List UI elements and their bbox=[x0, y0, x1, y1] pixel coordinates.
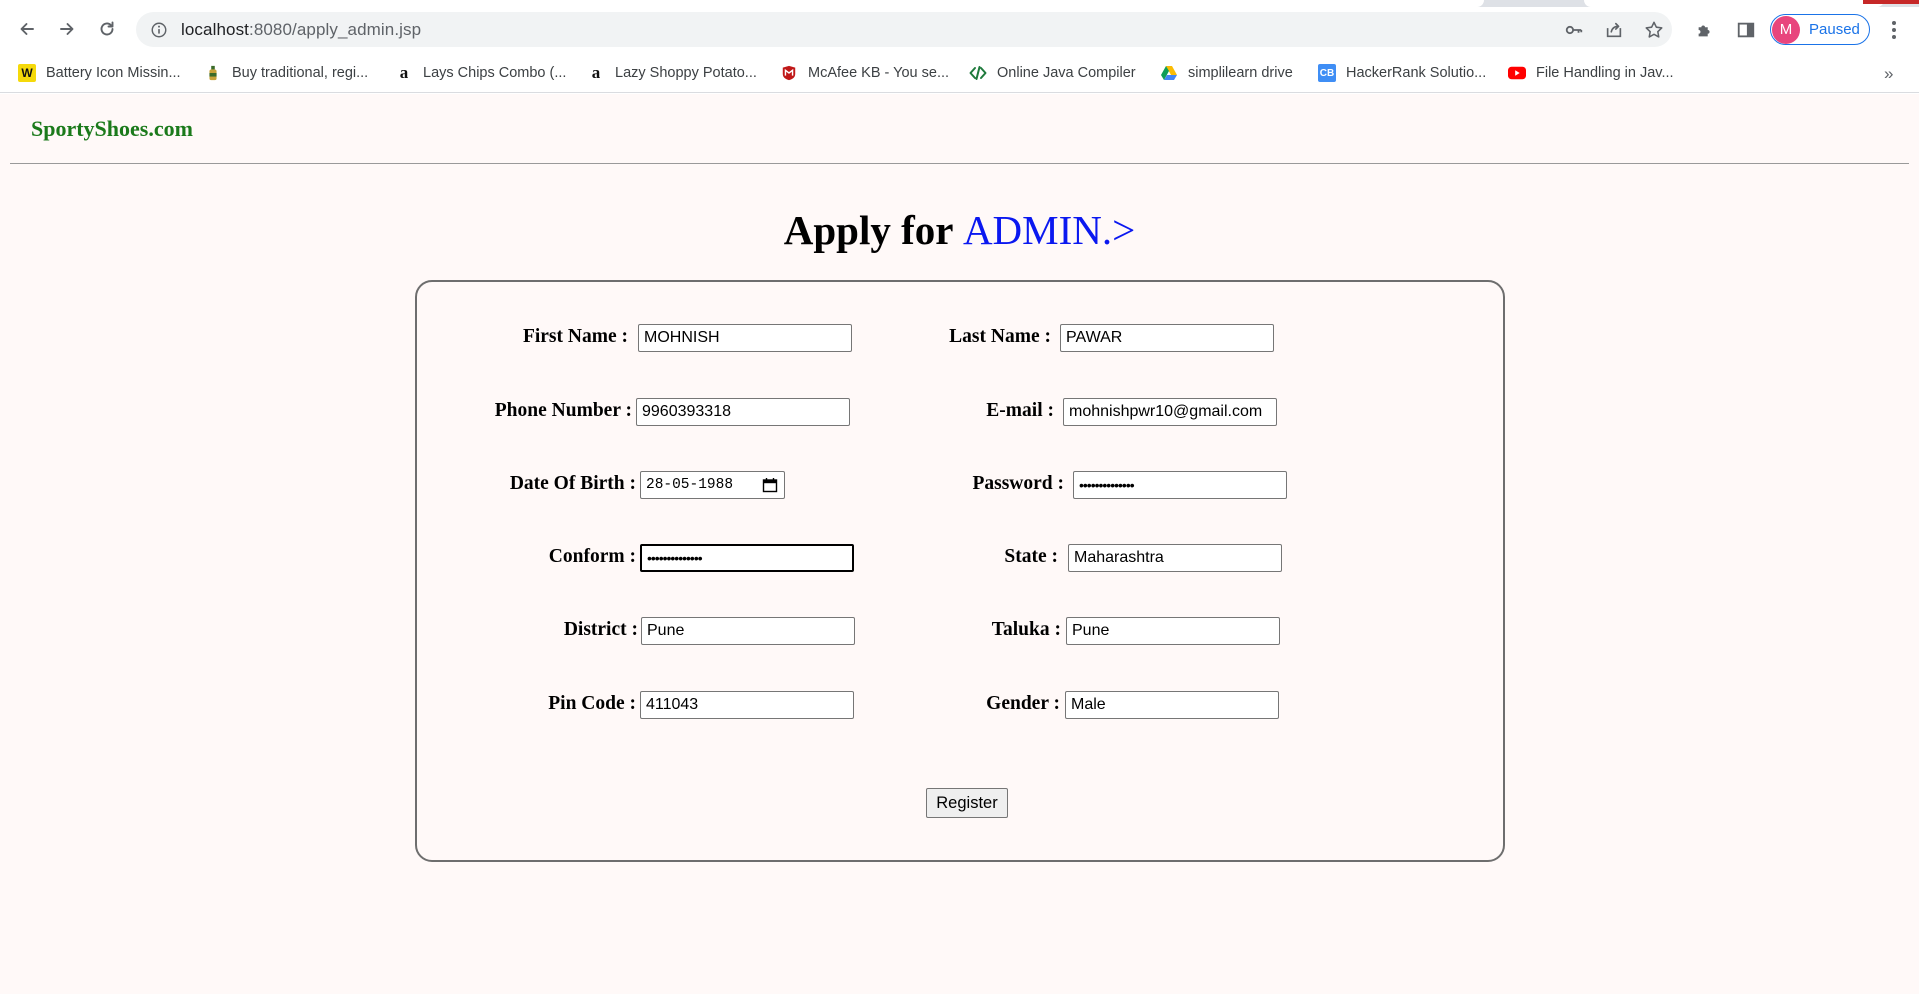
district-field[interactable]: Pune bbox=[641, 617, 855, 645]
gender-label: Gender : bbox=[986, 693, 1060, 714]
tab-strip bbox=[0, 0, 1919, 7]
bookmark-label: Lays Chips Combo (... bbox=[423, 65, 567, 81]
inactive-tab[interactable] bbox=[1584, 0, 1884, 7]
avatar: M bbox=[1772, 15, 1800, 44]
bookmark-item[interactable]: W Battery Icon Missin... bbox=[18, 60, 181, 86]
date-of-birth-field[interactable]: 28-05-1988 bbox=[640, 471, 785, 499]
confirm-password-label: Conform : bbox=[548, 546, 636, 567]
bookmark-item[interactable]: CB HackerRank Solutio... bbox=[1318, 60, 1486, 86]
bookmark-star-icon[interactable] bbox=[1643, 19, 1665, 41]
last-name-field[interactable]: PAWAR bbox=[1060, 324, 1274, 352]
profile-button[interactable]: M Paused bbox=[1770, 14, 1870, 45]
state-field[interactable]: Maharashtra bbox=[1068, 544, 1282, 572]
password-label: Password : bbox=[972, 473, 1064, 494]
cb-icon: CB bbox=[1318, 64, 1336, 82]
forward-button[interactable] bbox=[51, 13, 83, 45]
taluka-field[interactable]: Pune bbox=[1066, 617, 1280, 645]
page-title-prefix: Apply for bbox=[783, 207, 963, 253]
site-info-icon[interactable] bbox=[149, 20, 169, 40]
bookmark-label: Battery Icon Missin... bbox=[46, 65, 181, 81]
extensions-icon[interactable] bbox=[1694, 19, 1716, 41]
bookmarks-bar: W Battery Icon Missin... Buy traditional… bbox=[0, 53, 1919, 93]
pin-code-field[interactable]: 411043 bbox=[640, 691, 854, 719]
page-title: Apply for ADMIN.> bbox=[0, 206, 1919, 254]
password-field[interactable]: •••••••••••••• bbox=[1073, 471, 1287, 499]
more-bookmarks-button[interactable]: » bbox=[1884, 64, 1893, 84]
date-of-birth-label: Date Of Birth : bbox=[509, 473, 636, 494]
menu-icon[interactable] bbox=[1881, 17, 1907, 43]
bookmark-item[interactable]: a Lays Chips Combo (... bbox=[395, 60, 567, 86]
date-of-birth-value: 28-05-1988 bbox=[646, 477, 734, 493]
bookmark-item[interactable]: File Handling in Jav... bbox=[1508, 60, 1674, 86]
share-icon[interactable] bbox=[1603, 19, 1625, 41]
side-panel-icon[interactable] bbox=[1735, 19, 1757, 41]
back-arrow-icon bbox=[20, 23, 34, 35]
code-icon bbox=[969, 64, 987, 82]
bookmark-item[interactable]: Online Java Compiler bbox=[969, 60, 1136, 86]
site-brand[interactable]: SportyShoes.com bbox=[31, 116, 193, 142]
bottle-icon bbox=[204, 64, 222, 82]
google-drive-icon bbox=[1160, 64, 1178, 82]
page-title-accent: ADMIN.> bbox=[962, 207, 1136, 253]
taluka-label: Taluka : bbox=[991, 619, 1061, 640]
register-button[interactable]: Register bbox=[926, 788, 1008, 818]
url-text[interactable]: localhost:8080/apply_admin.jsp bbox=[181, 20, 421, 40]
bookmark-label: simplilearn drive bbox=[1188, 65, 1293, 81]
gender-field[interactable]: Male bbox=[1065, 691, 1279, 719]
confirm-password-field[interactable]: •••••••••••••• bbox=[640, 544, 854, 572]
browser-toolbar: localhost:8080/apply_admin.jsp M Paused bbox=[0, 7, 1919, 53]
phone-number-field[interactable]: 9960393318 bbox=[636, 398, 850, 426]
bookmark-item[interactable]: simplilearn drive bbox=[1160, 60, 1293, 86]
header-divider bbox=[10, 163, 1909, 164]
profile-status: Paused bbox=[1809, 21, 1860, 38]
url-path: :8080/apply_admin.jsp bbox=[249, 19, 422, 39]
address-bar[interactable]: localhost:8080/apply_admin.jsp bbox=[136, 12, 1672, 47]
youtube-icon bbox=[1508, 64, 1526, 82]
reload-icon bbox=[100, 21, 114, 36]
first-name-field[interactable]: MOHNISH bbox=[638, 324, 852, 352]
email-label: E-mail : bbox=[986, 400, 1054, 421]
mcafee-icon bbox=[780, 64, 798, 82]
bookmark-label: HackerRank Solutio... bbox=[1346, 65, 1487, 81]
bookmark-item[interactable]: McAfee KB - You se... bbox=[780, 60, 949, 86]
phone-number-label: Phone Number : bbox=[494, 400, 632, 421]
first-name-label: First Name : bbox=[522, 326, 628, 347]
bookmark-label: Buy traditional, regi... bbox=[232, 65, 369, 81]
bookmark-label: McAfee KB - You se... bbox=[808, 65, 950, 81]
window-close-hint[interactable] bbox=[1863, 0, 1919, 4]
url-host: localhost bbox=[181, 19, 249, 39]
w-icon: W bbox=[18, 64, 36, 82]
forward-arrow-icon bbox=[60, 23, 74, 35]
back-button[interactable] bbox=[11, 13, 43, 45]
bookmark-item[interactable]: a Lazy Shoppy Potato... bbox=[587, 60, 757, 86]
bookmark-label: File Handling in Jav... bbox=[1536, 65, 1674, 81]
amazon-icon: a bbox=[399, 63, 409, 82]
calendar-icon[interactable] bbox=[762, 477, 778, 493]
amazon-icon: a bbox=[591, 63, 601, 82]
reload-button[interactable] bbox=[91, 13, 123, 45]
state-label: State : bbox=[1004, 546, 1058, 567]
key-icon[interactable] bbox=[1563, 19, 1585, 41]
registration-form bbox=[415, 280, 1505, 862]
active-tab[interactable] bbox=[0, 0, 1484, 7]
district-label: District : bbox=[563, 619, 638, 640]
pin-code-label: Pin Code : bbox=[548, 693, 636, 714]
email-field[interactable]: mohnishpwr10@gmail.com bbox=[1063, 398, 1277, 426]
last-name-label: Last Name : bbox=[949, 326, 1051, 347]
bookmark-label: Lazy Shoppy Potato... bbox=[615, 65, 757, 81]
bookmark-item[interactable]: Buy traditional, regi... bbox=[204, 60, 368, 86]
bookmark-label: Online Java Compiler bbox=[997, 65, 1136, 81]
